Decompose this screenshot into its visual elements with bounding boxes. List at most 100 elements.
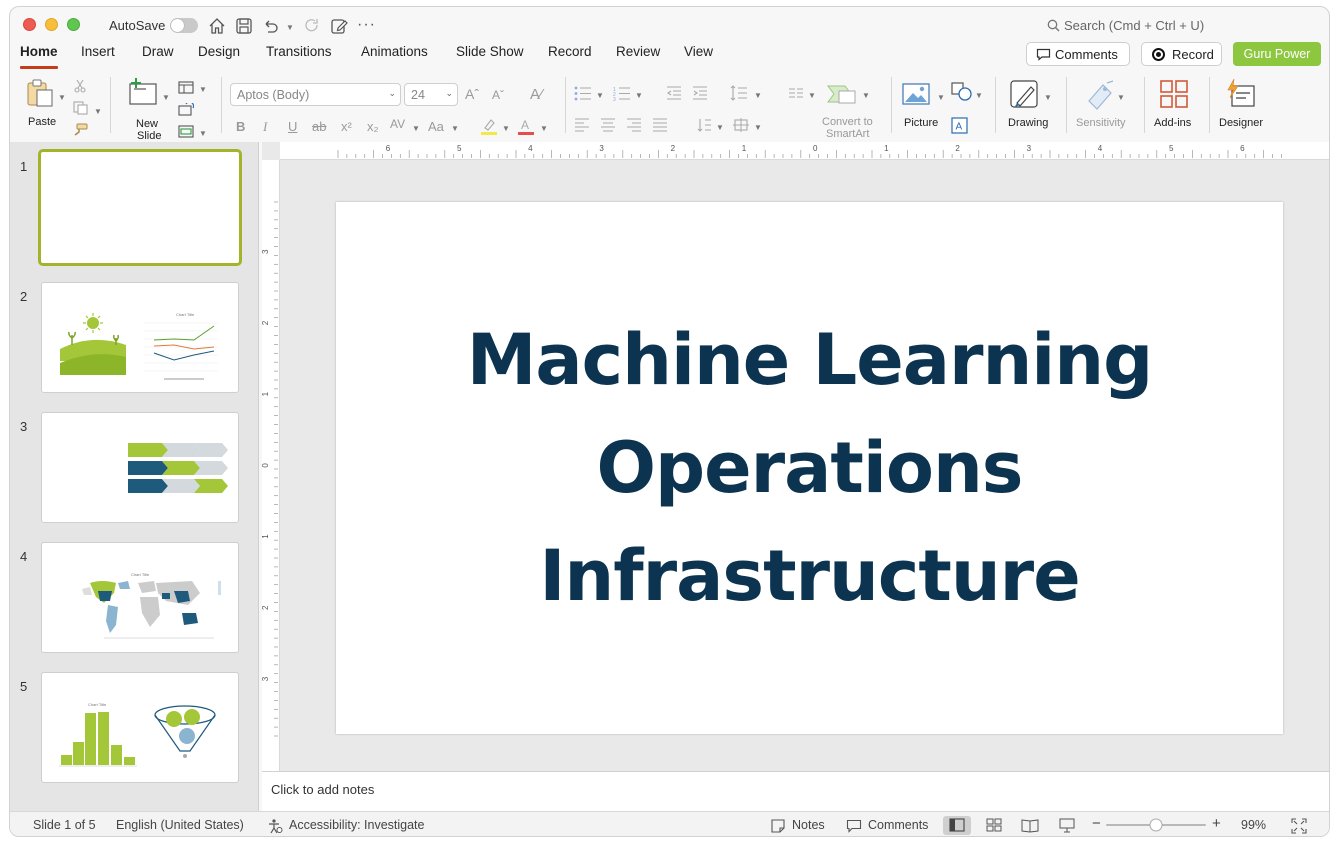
- notes-icon[interactable]: [770, 819, 786, 833]
- home-icon[interactable]: [207, 16, 227, 36]
- svg-text:A: A: [521, 118, 529, 132]
- reading-view-button[interactable]: [1016, 816, 1044, 835]
- zoom-window-button[interactable]: [67, 18, 80, 31]
- tab-animations[interactable]: Animations: [361, 44, 428, 59]
- tab-transitions[interactable]: Transitions: [266, 44, 332, 59]
- drawing-dropdown-chevron-icon[interactable]: ▼: [1044, 93, 1052, 102]
- picture-dropdown-chevron-icon[interactable]: ▼: [937, 93, 945, 102]
- tab-view[interactable]: View: [684, 44, 713, 59]
- slide-thumbnail-2[interactable]: Chart Title: [41, 282, 239, 393]
- fit-to-window-icon[interactable]: [1291, 818, 1307, 834]
- arrows-preview-icon: [128, 443, 228, 493]
- slide-thumbnail-5[interactable]: Chart Title: [41, 672, 239, 783]
- thumbnail-chart-title: Chart Title: [131, 572, 150, 577]
- section-icon[interactable]: [178, 125, 194, 138]
- comments-button[interactable]: Comments: [1026, 42, 1130, 66]
- ruler-label: 1: [884, 144, 889, 153]
- thumbnail-number: 2: [20, 289, 28, 304]
- slide-thumbnail-1[interactable]: [38, 149, 242, 266]
- ribbon-separator: [110, 77, 111, 133]
- text-box-icon[interactable]: A: [951, 117, 969, 134]
- close-window-button[interactable]: [23, 18, 36, 31]
- comments-toggle-label[interactable]: Comments: [868, 818, 928, 832]
- tab-review[interactable]: Review: [616, 44, 660, 59]
- tab-record[interactable]: Record: [548, 44, 592, 59]
- highlight-icon: [481, 119, 497, 135]
- sensitivity-icon: [1088, 80, 1114, 110]
- slide-title-line: Machine Learning: [466, 319, 1154, 401]
- tab-home[interactable]: Home: [20, 44, 58, 69]
- picture-icon[interactable]: [901, 81, 931, 107]
- new-slide-icon[interactable]: [127, 77, 159, 107]
- comments-icon[interactable]: [846, 819, 862, 833]
- normal-view-icon: [949, 818, 965, 832]
- language-indicator[interactable]: English (United States): [116, 818, 244, 832]
- tab-slide-show[interactable]: Slide Show: [456, 44, 524, 59]
- chevron-down-icon: ▼: [716, 123, 724, 132]
- guru-power-button[interactable]: Guru Power: [1233, 42, 1321, 66]
- accessibility-status[interactable]: Accessibility: Investigate: [289, 818, 424, 832]
- horizontal-ruler[interactable]: 6 5 4 3 2 1 0 1 2 3 4 5 6: [280, 142, 1329, 160]
- zoom-out-button[interactable]: −: [1092, 815, 1101, 832]
- normal-view-button[interactable]: [943, 816, 971, 835]
- tab-insert[interactable]: Insert: [81, 44, 115, 59]
- slide-title-line: Infrastructure: [539, 535, 1080, 617]
- reset-slide-icon[interactable]: [178, 103, 194, 116]
- add-ins-icon[interactable]: [1159, 79, 1189, 109]
- ruler-label: 3: [599, 144, 604, 153]
- thumbnail-chart-title: Chart Title: [176, 312, 195, 317]
- ruler-label: 2: [262, 320, 270, 325]
- slide-thumbnail-4[interactable]: Chart Title: [41, 542, 239, 653]
- font-size-dropdown[interactable]: 24 ⌄: [404, 83, 458, 106]
- tab-draw[interactable]: Draw: [142, 44, 174, 59]
- align-left-icon: [575, 118, 589, 132]
- current-slide[interactable]: Machine Learning Operations Infrastructu…: [336, 202, 1283, 734]
- notes-pane[interactable]: Click to add notes: [262, 771, 1329, 811]
- zoom-slider-knob[interactable]: [1149, 818, 1163, 832]
- vertical-ruler[interactable]: 3 2 1 0 1 2 3: [261, 160, 280, 771]
- zoom-in-button[interactable]: +: [1212, 815, 1221, 832]
- slide-sorter-button[interactable]: [980, 816, 1008, 835]
- sensitivity-label: Sensitivity: [1076, 117, 1126, 129]
- paste-icon[interactable]: [24, 77, 56, 109]
- clear-formatting-icon: A⁄: [530, 86, 543, 103]
- layout-icon[interactable]: [178, 81, 194, 94]
- minimize-window-button[interactable]: [45, 18, 58, 31]
- add-ins-label: Add-ins: [1154, 117, 1192, 129]
- new-slide-dropdown-chevron-icon[interactable]: ▼: [162, 93, 170, 102]
- search-box[interactable]: Search (Cmd + Ctrl + U): [1047, 18, 1204, 33]
- zoom-level[interactable]: 99%: [1241, 818, 1266, 832]
- edit-document-icon[interactable]: [329, 16, 349, 36]
- layout-dropdown-chevron-icon[interactable]: ▼: [199, 85, 207, 94]
- record-button[interactable]: Record: [1141, 42, 1222, 66]
- format-painter-icon[interactable]: [73, 123, 89, 137]
- accessibility-icon[interactable]: [267, 818, 283, 834]
- font-name-value: Aptos (Body): [237, 88, 310, 102]
- section-dropdown-chevron-icon[interactable]: ▼: [199, 129, 207, 138]
- font-name-dropdown[interactable]: Aptos (Body) ⌄: [230, 83, 401, 106]
- tab-design[interactable]: Design: [198, 44, 240, 59]
- title-bar: AutoSave ▼ ··· Search (Cmd + Ctrl + U): [10, 7, 1329, 45]
- slide-show-button[interactable]: [1053, 816, 1081, 835]
- zoom-slider[interactable]: [1106, 818, 1206, 832]
- undo-dropdown-chevron-icon[interactable]: ▼: [286, 23, 294, 32]
- slide-title-line: Operations: [596, 427, 1024, 509]
- slide-title[interactable]: Machine Learning Operations Infrastructu…: [336, 306, 1283, 630]
- shapes-dropdown-chevron-icon[interactable]: ▼: [975, 91, 983, 100]
- slide-editor: 6 5 4 3 2 1 0 1 2 3 4 5 6 3 2 1 0 1 2 3 Machine Learning O…: [261, 142, 1329, 771]
- ruler-label: 1: [262, 391, 270, 396]
- chevron-down-icon: ▼: [502, 124, 510, 133]
- designer-icon[interactable]: [1225, 78, 1257, 110]
- slide-thumbnail-3[interactable]: [41, 412, 239, 523]
- save-icon[interactable]: [234, 16, 254, 36]
- drawing-icon[interactable]: [1009, 79, 1041, 111]
- justify-icon: [653, 118, 667, 132]
- world-map-preview-icon: Chart Title: [82, 572, 221, 639]
- undo-icon[interactable]: [261, 16, 281, 36]
- more-options-icon[interactable]: ···: [357, 16, 376, 34]
- autosave-toggle[interactable]: [170, 18, 198, 33]
- notes-toggle-label[interactable]: Notes: [792, 818, 825, 832]
- shapes-icon[interactable]: [951, 82, 973, 102]
- paste-dropdown-chevron-icon[interactable]: ▼: [58, 93, 66, 102]
- chevron-down-icon: ⌄: [388, 88, 396, 98]
